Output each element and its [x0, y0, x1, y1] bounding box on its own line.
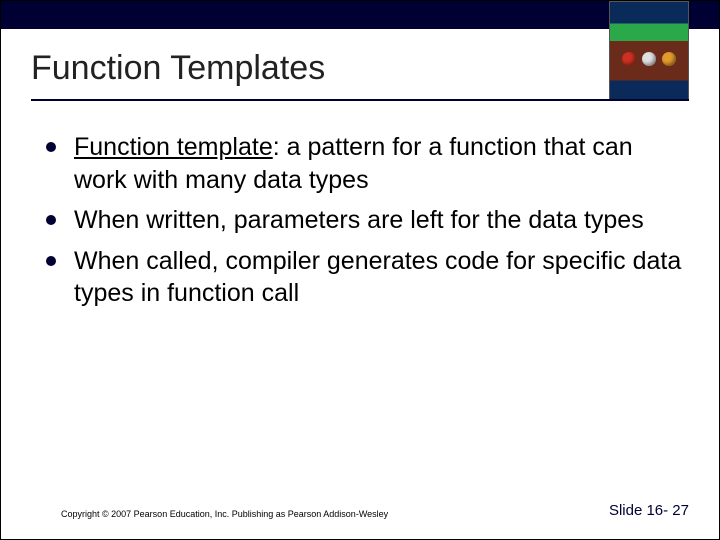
bullet-text: When called, compiler generates code for…: [74, 245, 689, 310]
copyright-text: Copyright © 2007 Pearson Education, Inc.…: [61, 509, 388, 519]
slide-body: Function template: a pattern for a funct…: [46, 131, 689, 318]
bullet-rest: When written, parameters are left for th…: [74, 206, 644, 234]
slide: Function Templates Function template: a …: [0, 0, 720, 540]
slide-number: Slide 16- 27: [609, 502, 689, 519]
book-cover-image: [609, 1, 689, 101]
bullet-icon: [46, 215, 56, 225]
bullet-icon: [46, 256, 56, 266]
bullet-icon: [46, 142, 56, 152]
bullet-text: Function template: a pattern for a funct…: [74, 131, 689, 196]
title-underline: [31, 99, 689, 101]
billiard-ball-icon: [642, 52, 656, 66]
billiard-ball-icon: [662, 52, 676, 66]
slide-title: Function Templates: [31, 49, 325, 88]
billiard-ball-icon: [622, 52, 636, 66]
footer: Copyright © 2007 Pearson Education, Inc.…: [1, 502, 719, 519]
bullet-text: When written, parameters are left for th…: [74, 204, 644, 237]
bullet-rest: When called, compiler generates code for…: [74, 247, 681, 308]
bullet-item: Function template: a pattern for a funct…: [46, 131, 689, 196]
bullet-item: When written, parameters are left for th…: [46, 204, 689, 237]
defined-term: Function template: [74, 133, 273, 161]
bullet-item: When called, compiler generates code for…: [46, 245, 689, 310]
